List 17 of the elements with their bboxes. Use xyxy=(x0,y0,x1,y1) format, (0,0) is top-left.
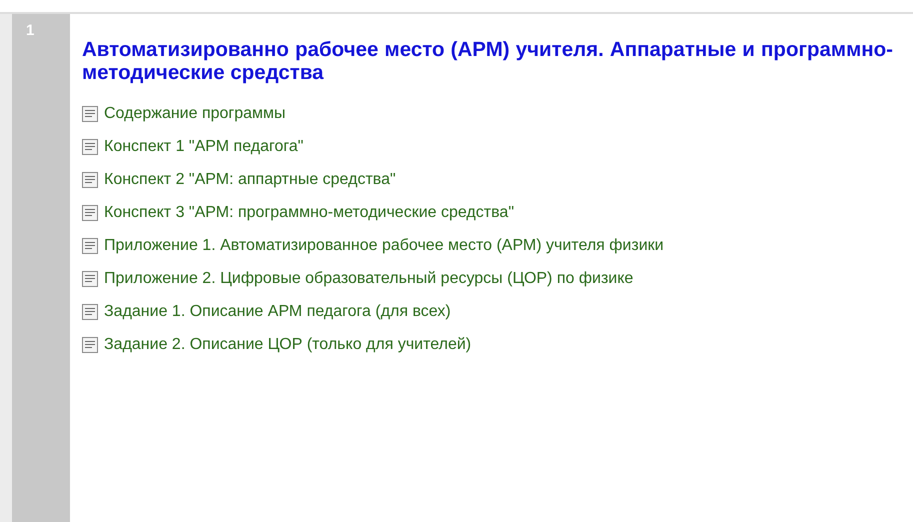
document-link[interactable]: Приложение 2. Цифровые образовательный ресурсы (ЦОР) по физике xyxy=(82,269,893,289)
document-link[interactable]: Конспект 1 "АРМ педагога" xyxy=(82,137,893,157)
document-icon xyxy=(82,139,98,155)
document-link[interactable]: Конспект 2 "АРМ: аппартные средства" xyxy=(82,170,893,190)
document-icon xyxy=(82,106,98,122)
section-title: Автоматизированно рабочее место (АРМ) учителя. Аппаратные и программно-методические средства xyxy=(82,38,893,84)
document-link[interactable]: Задание 2. Описание ЦОР (только для учителей) xyxy=(82,335,893,355)
document-icon xyxy=(82,205,98,221)
document-icon xyxy=(82,238,98,254)
document-icon xyxy=(82,337,98,353)
document-link[interactable]: Содержание программы xyxy=(82,104,893,124)
document-link[interactable]: Приложение 1. Автоматизированное рабочее место (АРМ) учителя физики xyxy=(82,236,893,256)
document-link[interactable]: Задание 1. Описание АРМ педагога (для всех) xyxy=(82,302,893,322)
document-icon xyxy=(82,172,98,188)
document-link[interactable]: Конспект 3 "АРМ: программно-методические средства" xyxy=(82,203,893,223)
document-icon xyxy=(82,304,98,320)
document-icon xyxy=(82,271,98,287)
